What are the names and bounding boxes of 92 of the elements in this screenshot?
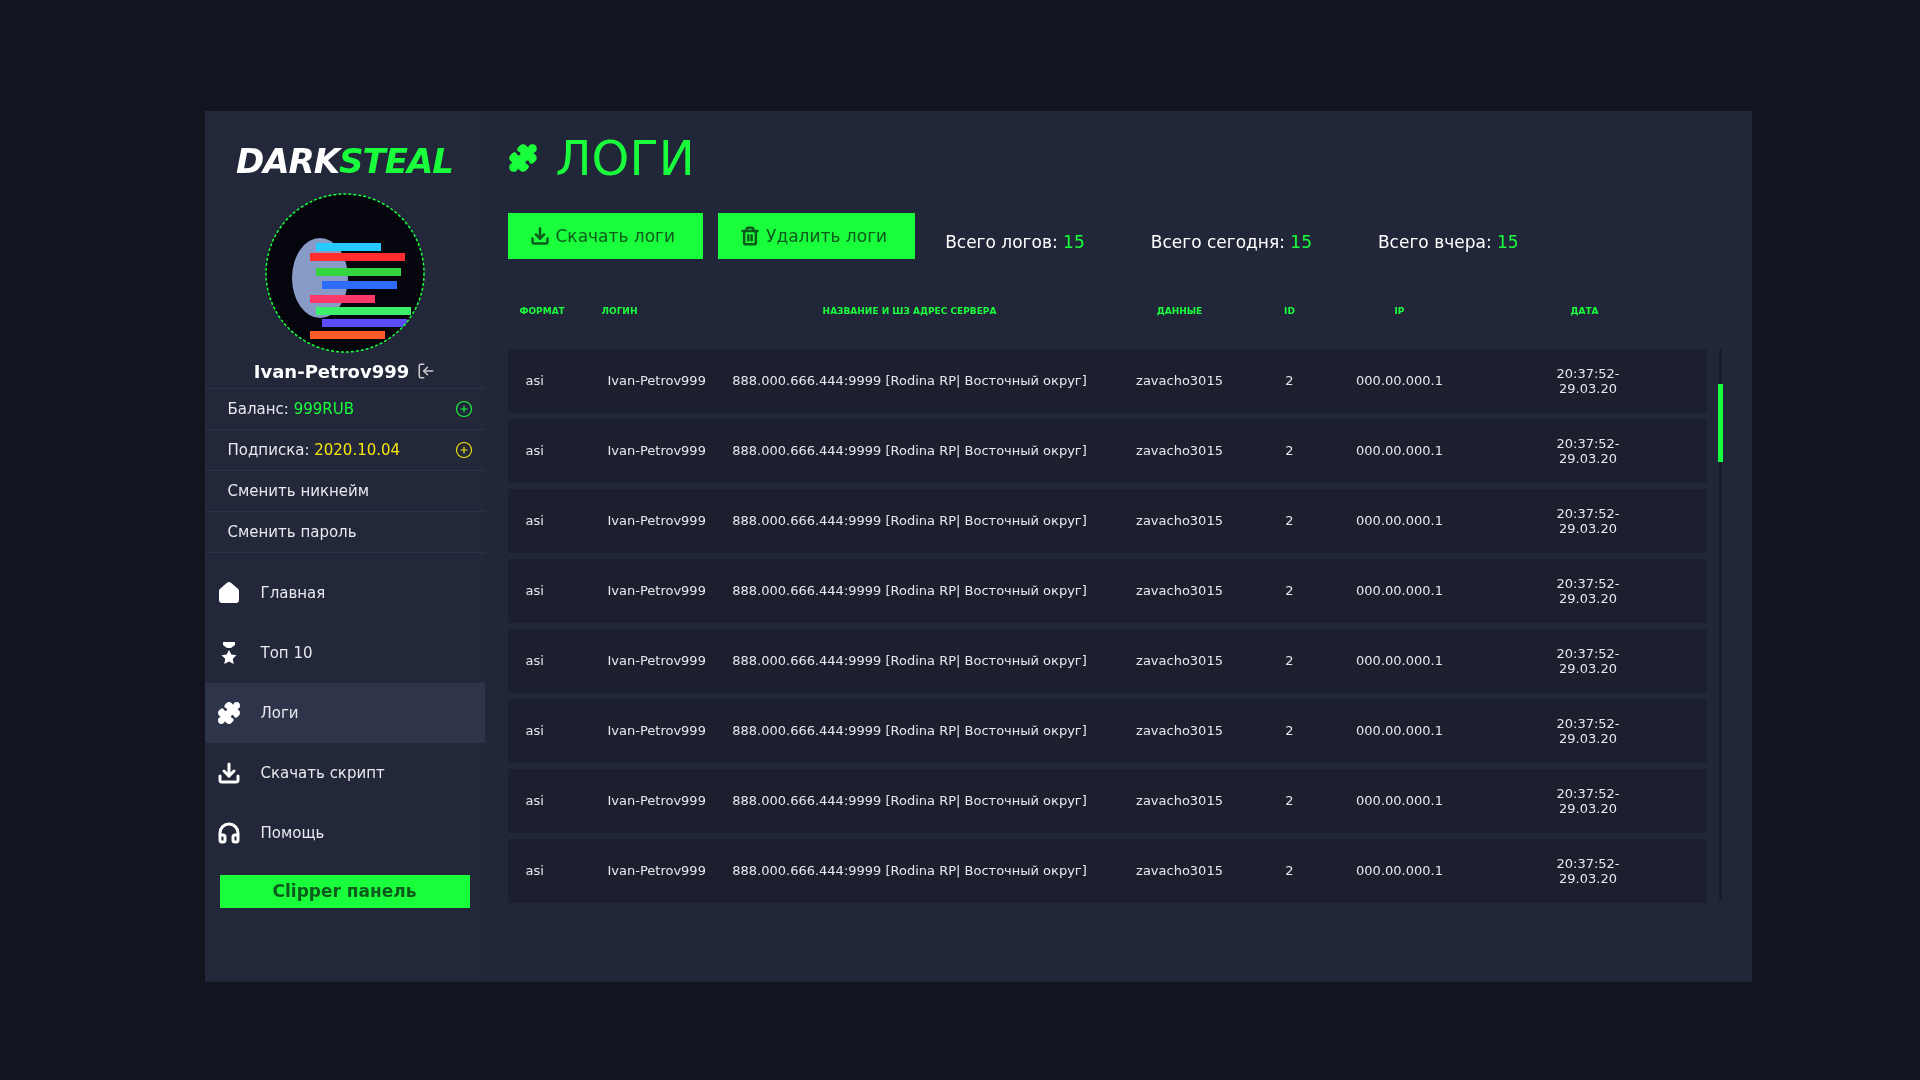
table-cell-text: asi xyxy=(524,583,545,598)
table-cell-text: 888.000.666.444:9999 [Rodina RP| Восточный округ] xyxy=(731,723,1088,738)
nav-item[interactable]: Главная xyxy=(204,562,485,623)
table-cell-text: Ivan-Petrov999 xyxy=(606,793,707,808)
clipper-panel-button[interactable]: Clipper панель xyxy=(219,874,470,908)
table-cell-text: zavacho3015 xyxy=(1135,373,1224,388)
table-cell-text: 000.00.000.1 xyxy=(1355,723,1444,738)
table-cell-text: 888.000.666.444:9999 [Rodina RP| Восточный округ] xyxy=(731,513,1088,528)
table-cell-text: 2 xyxy=(1284,513,1295,528)
table-cell-text: asi xyxy=(524,723,545,738)
username: Ivan-Petrov999 xyxy=(253,360,410,382)
table-cell-text: 888.000.666.444:9999 [Rodina RP| Восточный округ] xyxy=(731,653,1088,668)
table-cell-text: 000.00.000.1 xyxy=(1355,653,1444,668)
table-cell-text: 888.000.666.444:9999 [Rodina RP| Восточный округ] xyxy=(731,443,1088,458)
column-header: ЛОГИН xyxy=(600,305,639,316)
table-cell-text: asi xyxy=(524,793,545,808)
trash-icon xyxy=(740,225,761,246)
table-cell-text: 888.000.666.444:9999 [Rodina RP| Восточный округ] xyxy=(731,583,1088,598)
table-cell-text: 000.00.000.1 xyxy=(1355,513,1444,528)
nav-item[interactable]: Скачать скрипт xyxy=(204,742,485,803)
table-cell-text: 20:37:52- 29.03.20 xyxy=(1555,575,1621,606)
table-cell-text: Ivan-Petrov999 xyxy=(606,723,707,738)
nav-item[interactable]: Логи xyxy=(204,682,485,743)
account-link[interactable]: Сменить никнейм xyxy=(227,481,370,500)
table-cell-text: 2 xyxy=(1284,723,1295,738)
table-cell-text: zavacho3015 xyxy=(1135,583,1224,598)
table-cell-text: 2 xyxy=(1284,443,1295,458)
action-button[interactable]: Удалить логи xyxy=(718,212,916,259)
table-cell-text: asi xyxy=(524,863,545,878)
table-cell-text: 000.00.000.1 xyxy=(1355,443,1444,458)
table-cell-text: asi xyxy=(524,373,545,388)
table-cell-text: zavacho3015 xyxy=(1135,443,1224,458)
table-cell-text: 2 xyxy=(1284,583,1295,598)
table-cell-text: 2 xyxy=(1284,863,1295,878)
table-cell-text: Ivan-Petrov999 xyxy=(606,653,707,668)
nav-item[interactable]: Топ 10 xyxy=(204,622,485,683)
table-cell-text: asi xyxy=(524,513,545,528)
table-cell-text: zavacho3015 xyxy=(1135,653,1224,668)
column-header: ДАТА xyxy=(1569,305,1600,316)
column-header: IP xyxy=(1393,305,1406,316)
table-cell-text: Ivan-Petrov999 xyxy=(606,373,707,388)
table-cell-text: 888.000.666.444:9999 [Rodina RP| Восточный округ] xyxy=(731,793,1088,808)
table-cell-text: 20:37:52- 29.03.20 xyxy=(1555,505,1621,536)
table-cell-text: 888.000.666.444:9999 [Rodina RP| Восточный округ] xyxy=(731,863,1088,878)
scrollbar-thumb[interactable] xyxy=(1717,383,1723,462)
puzzle-icon xyxy=(507,142,538,173)
nav-item[interactable]: Помощь xyxy=(204,802,485,863)
download-icon xyxy=(216,760,241,785)
table-cell-text: asi xyxy=(524,443,545,458)
table-cell-text: 000.00.000.1 xyxy=(1355,863,1444,878)
table-cell-text: zavacho3015 xyxy=(1135,723,1224,738)
table-cell-text: Ivan-Petrov999 xyxy=(606,863,707,878)
download-icon xyxy=(529,225,550,246)
table-cell-text: 888.000.666.444:9999 [Rodina RP| Восточный округ] xyxy=(731,373,1088,388)
table-cell-text: 20:37:52- 29.03.20 xyxy=(1555,365,1621,396)
account-info: Баланс: 999RUB xyxy=(227,399,354,418)
table-cell-text: Ivan-Petrov999 xyxy=(606,513,707,528)
puzzle-icon xyxy=(216,700,241,725)
headphones-icon xyxy=(216,820,241,845)
table-cell-text: 000.00.000.1 xyxy=(1355,583,1444,598)
column-header: ФОРМАТ xyxy=(518,305,566,316)
account-link[interactable]: Сменить пароль xyxy=(227,522,357,541)
table-cell-text: 20:37:52- 29.03.20 xyxy=(1555,855,1621,886)
add-icon[interactable] xyxy=(454,440,473,459)
table-cell-text: Ivan-Petrov999 xyxy=(606,443,707,458)
stat-text: Всего вчера: 15 xyxy=(1377,231,1519,252)
table-cell-text: 20:37:52- 29.03.20 xyxy=(1555,785,1621,816)
stat-text: Всего логов: 15 xyxy=(945,231,1085,252)
table-cell-text: zavacho3015 xyxy=(1135,513,1224,528)
logout-icon[interactable] xyxy=(417,362,436,380)
table-cell-text: 20:37:52- 29.03.20 xyxy=(1555,715,1621,746)
table-cell-text: Ivan-Petrov999 xyxy=(606,583,707,598)
table-cell-text: zavacho3015 xyxy=(1135,863,1224,878)
table-cell-text: 20:37:52- 29.03.20 xyxy=(1555,645,1621,676)
column-header: ДАННЫЕ xyxy=(1155,305,1204,316)
table-cell-text: 2 xyxy=(1284,653,1295,668)
column-header: НАЗВАНИЕ И ШЗ АДРЕС СЕРВЕРА xyxy=(821,305,998,316)
table-cell-text: 000.00.000.1 xyxy=(1355,793,1444,808)
logo: DARKSTEAL xyxy=(236,140,453,181)
table-cell-text: 20:37:52- 29.03.20 xyxy=(1555,435,1621,466)
table-cell-text: zavacho3015 xyxy=(1135,793,1224,808)
table-cell-text: asi xyxy=(524,653,545,668)
house-icon xyxy=(216,580,241,605)
action-button[interactable]: Скачать логи xyxy=(507,212,704,259)
page-title: ЛОГИ xyxy=(555,129,695,186)
stat-text: Всего сегодня: 15 xyxy=(1150,231,1312,252)
table-cell-text: 2 xyxy=(1284,793,1295,808)
account-info: Подписка: 2020.10.04 xyxy=(227,440,401,459)
table-cell-text: 2 xyxy=(1284,373,1295,388)
column-header: ID xyxy=(1283,305,1296,316)
table-cell-text: 000.00.000.1 xyxy=(1355,373,1444,388)
add-icon[interactable] xyxy=(454,399,473,418)
